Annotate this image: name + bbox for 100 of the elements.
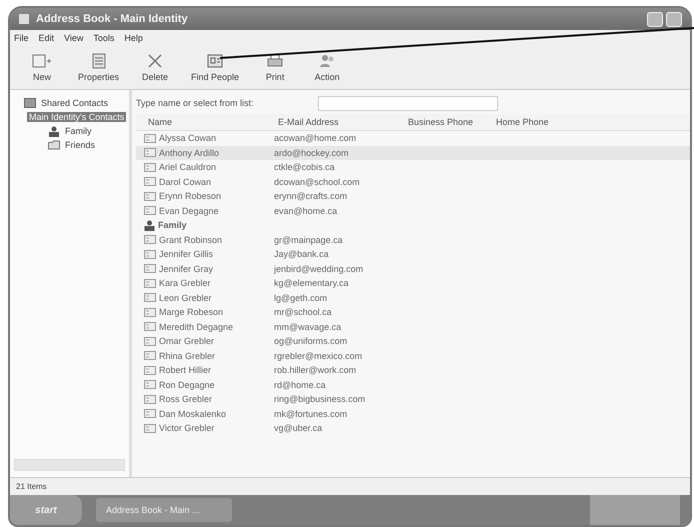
toolbar-button[interactable]: Find People (185, 51, 246, 84)
name-cell[interactable]: Dan Moskalenko (136, 406, 266, 421)
toolbar-button[interactable]: Properties (72, 51, 126, 84)
contact-card-icon (144, 192, 156, 201)
contact-card-icon (144, 308, 156, 317)
contact-name: Darol Cowan (159, 176, 212, 187)
contact-card-icon (144, 134, 156, 143)
column-header[interactable]: E-Mail Address (266, 114, 396, 130)
name-cell[interactable]: Family (136, 218, 266, 232)
name-cell[interactable]: Rhina Grebler (136, 348, 266, 363)
email-cell-text: ctkle@cobis.ca (273, 161, 336, 174)
email-cell-text: rgrebler@mexico.com (273, 350, 364, 363)
contact-name: Victor Grebler (159, 423, 214, 434)
name-cell[interactable]: Darol Cowan (136, 174, 266, 189)
name-cell[interactable]: Jennifer Gray (136, 262, 266, 276)
selected-row[interactable]: Anthony Ardillo ardo@hockey.com (136, 146, 690, 160)
contact-name: Robert Hillier (159, 365, 212, 376)
window-title: Address Book - Main Identity (36, 13, 188, 25)
contact-name: Grant Robinson (159, 234, 222, 245)
toolbar-button[interactable]: New (20, 51, 64, 84)
tree-item[interactable]: Family (63, 126, 94, 136)
email-cell-text: ring@bigbusiness.com (273, 393, 366, 406)
name-cell[interactable]: Robert Hillier (136, 363, 266, 378)
menu-item[interactable]: Tools (93, 33, 114, 43)
menu-item[interactable]: Help (124, 33, 143, 43)
contact-card-icon (144, 394, 156, 404)
email-cell-text: gr@mainpage.ca (273, 234, 344, 247)
email-cell-text: lg@geth.com (273, 292, 328, 305)
contact-card-icon (144, 366, 156, 375)
email-cell-text: jenbird@wedding.com (272, 262, 364, 276)
tree-item[interactable]: Friends (63, 140, 98, 150)
contact-name: Rhina Grebler (159, 350, 216, 361)
contact-name: Leon Grebler (159, 292, 212, 303)
contact-card-icon (144, 293, 156, 302)
name-cell[interactable]: Evan Degagne (136, 204, 266, 218)
toolbar-button[interactable]: Delete (133, 51, 178, 84)
contact-card-icon (144, 336, 156, 346)
tree-item[interactable]: Shared Contacts (39, 98, 110, 108)
email-cell-text: og@uniforms.com (273, 335, 348, 348)
name-cell[interactable]: Ariel Cauldron (136, 160, 266, 174)
name-cell[interactable]: Erynn Robeson (136, 189, 266, 204)
contact-name: Ross Grebler (159, 394, 212, 404)
group-icon (48, 126, 60, 136)
name-cell[interactable]: Victor Grebler (136, 421, 266, 436)
toolbar-button[interactable]: Print (253, 51, 298, 84)
name-cell[interactable]: Jennifer Gillis (136, 247, 266, 262)
document-icon (90, 53, 107, 69)
contact-card-icon (144, 322, 156, 332)
contact-name: Ariel Cauldron (159, 162, 216, 172)
address-card-icon (207, 53, 224, 69)
contact-name: Marge Robeson (159, 307, 224, 318)
name-cell[interactable]: Marge Robeson (136, 305, 266, 320)
contact-name: Omar Grebler (159, 336, 214, 346)
contact-name: Evan Degagne (159, 206, 219, 216)
email-cell-text: kg@elementary.ca (273, 277, 350, 290)
email-cell-text: rd@home.ca (273, 378, 327, 392)
email-cell-text: dcowan@school.com (273, 176, 361, 189)
contact-name: Jennifer Gillis (159, 249, 214, 260)
menu-item[interactable]: Edit (38, 33, 54, 43)
toolbar-button[interactable]: Action (305, 51, 350, 84)
contact-card-icon (144, 250, 156, 259)
email-cell-text: Jay@bank.ca (273, 248, 330, 262)
tree-item[interactable]: Main Identity's Contacts (27, 112, 126, 122)
email-cell-text: erynn@crafts.com (273, 190, 348, 204)
column-header[interactable]: Home Phone (484, 114, 574, 130)
email-cell-text: vg@uber.ca (273, 422, 324, 436)
contact-card-icon (144, 409, 156, 418)
column-header[interactable]: Business Phone (396, 114, 484, 130)
printer-icon (266, 53, 284, 69)
contact-name: Meredith Degagne (159, 322, 234, 332)
scrollbar[interactable] (14, 459, 125, 471)
contact-card-icon (144, 162, 156, 172)
name-cell[interactable]: Meredith Degagne (136, 320, 266, 334)
email-cell-text: evan@home.ca (273, 204, 338, 218)
maximize-button[interactable] (666, 12, 682, 26)
contact-card-icon (144, 278, 156, 288)
email-cell-text: acowan@home.com (273, 132, 358, 146)
menu-item[interactable]: File (14, 33, 29, 43)
name-cell[interactable]: Ron Degagne (136, 378, 266, 392)
name-cell[interactable]: Kara Grebler (136, 276, 266, 290)
name-cell[interactable]: Leon Grebler (136, 290, 266, 305)
people-icon (318, 53, 336, 69)
folder-icon (48, 140, 60, 150)
contact-card-icon (144, 235, 156, 244)
contact-card-icon (144, 177, 156, 186)
search-field[interactable] (318, 96, 498, 110)
contact-name: Family (158, 220, 187, 230)
name-cell[interactable]: Ross Grebler (136, 392, 266, 406)
name-cell[interactable]: Grant Robinson (136, 232, 266, 247)
email-cell-text: mr@school.ca (273, 306, 333, 320)
new-contact-icon (32, 53, 52, 69)
menu-item[interactable]: View (64, 33, 84, 43)
minimize-button[interactable] (647, 12, 663, 26)
contact-name: Jennifer Gray (159, 264, 214, 274)
column-header[interactable]: Name (136, 114, 266, 130)
name-cell[interactable]: Anthony Ardillo (136, 146, 266, 160)
name-cell[interactable]: Omar Grebler (136, 334, 266, 348)
contact-card-icon (144, 380, 156, 390)
name-cell[interactable]: Alyssa Cowan (136, 131, 266, 146)
group-icon (144, 220, 155, 231)
